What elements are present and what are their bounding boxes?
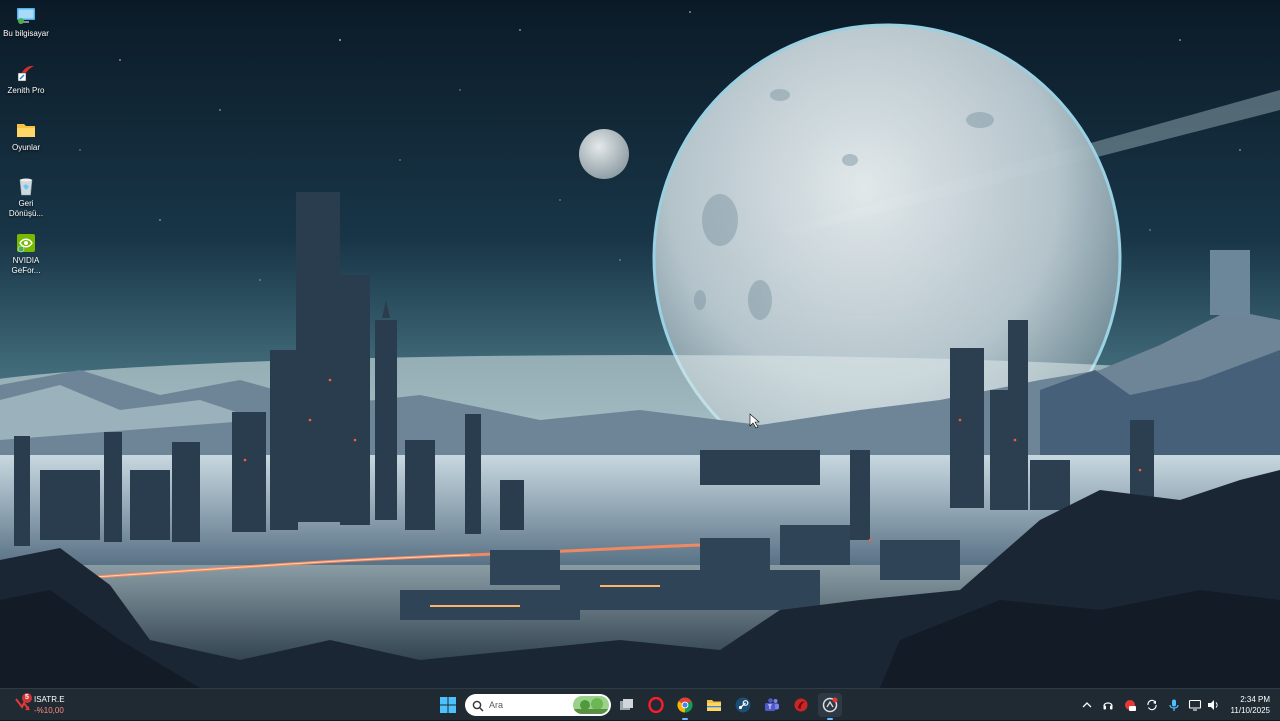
desktop-icon-label: Bu bilgisayar bbox=[3, 29, 49, 38]
taskbar: 5 ISATR.E -%10,00 Ara T 2:34 PM 11/10/20… bbox=[0, 688, 1280, 720]
start-icon bbox=[440, 697, 456, 713]
active-app-taskbar-button[interactable] bbox=[818, 693, 842, 720]
steam-icon bbox=[735, 697, 751, 713]
taskbar-clock[interactable]: 2:34 PM 11/10/2025 bbox=[1231, 694, 1270, 716]
stock-symbol: ISATR.E bbox=[34, 695, 65, 704]
volume-icon[interactable] bbox=[1206, 698, 1220, 712]
stock-widget[interactable]: 5 ISATR.E -%10,00 bbox=[12, 693, 92, 717]
teams-icon: T bbox=[765, 698, 779, 711]
this-pc-icon bbox=[16, 6, 36, 26]
folder-icon bbox=[16, 120, 36, 140]
sync-icon[interactable] bbox=[1145, 698, 1159, 712]
active-app-icon bbox=[822, 697, 838, 713]
opera-icon bbox=[648, 697, 664, 713]
steam-taskbar-button[interactable] bbox=[731, 693, 755, 717]
search-placeholder: Ara bbox=[489, 700, 504, 710]
clock-date: 11/10/2025 bbox=[1230, 706, 1270, 715]
desktop-icon-label: Geri Dönüşü... bbox=[8, 199, 44, 218]
recycle-bin-icon bbox=[16, 176, 36, 196]
taskbar-search-box[interactable]: Ara bbox=[465, 694, 611, 716]
desktop-icon-this-pc[interactable]: Bu bilgisayar bbox=[0, 6, 52, 39]
task-view-icon bbox=[620, 699, 633, 710]
red-app-taskbar-button[interactable] bbox=[789, 693, 813, 717]
desktop-icon-zenith-pro[interactable]: Zenith Pro bbox=[0, 63, 52, 96]
antivirus-icon[interactable] bbox=[1123, 698, 1137, 712]
desktop-icon-label: NVIDIA GeFor... bbox=[11, 256, 41, 275]
desktop-wallpaper bbox=[0, 0, 1280, 688]
clock-time: 2:34 PM bbox=[1240, 695, 1270, 704]
red-app-icon bbox=[794, 698, 808, 712]
teams-taskbar-button[interactable]: T bbox=[760, 693, 784, 717]
task-view-button[interactable] bbox=[615, 693, 639, 717]
search-icon bbox=[472, 699, 484, 712]
show-hidden-icons-chevron-up-icon[interactable] bbox=[1080, 698, 1094, 712]
notification-badge: 5 bbox=[22, 693, 32, 703]
file-explorer-taskbar-button[interactable] bbox=[702, 693, 726, 717]
stock-change: -%10,00 bbox=[34, 706, 64, 715]
chrome-taskbar-button[interactable] bbox=[673, 693, 697, 720]
desktop-icon-oyunlar[interactable]: Oyunlar bbox=[0, 120, 52, 153]
system-tray: 2:34 PM 11/10/2025 bbox=[1070, 689, 1280, 721]
search-highlight-icon bbox=[573, 696, 609, 714]
taskbar-apps: Ara T bbox=[436, 689, 856, 721]
desktop-icon-recycle-bin[interactable]: Geri Dönüşü... bbox=[0, 176, 52, 219]
desktop-icon-label: Oyunlar bbox=[11, 143, 40, 152]
desktop-icon-nvidia[interactable]: NVIDIA GeFor... bbox=[0, 233, 52, 276]
microphone-icon[interactable] bbox=[1167, 698, 1181, 712]
nvidia-icon bbox=[16, 233, 36, 253]
chrome-icon bbox=[677, 697, 693, 713]
file-explorer-icon bbox=[707, 700, 721, 711]
opera-taskbar-button[interactable] bbox=[644, 693, 668, 717]
desktop-icon-label: Zenith Pro bbox=[7, 86, 45, 95]
zenith-pro-icon bbox=[16, 63, 36, 83]
start-button[interactable] bbox=[436, 693, 460, 717]
svg-text:T: T bbox=[768, 705, 772, 711]
network-icon[interactable] bbox=[1188, 698, 1202, 712]
headset-icon[interactable] bbox=[1101, 698, 1115, 712]
